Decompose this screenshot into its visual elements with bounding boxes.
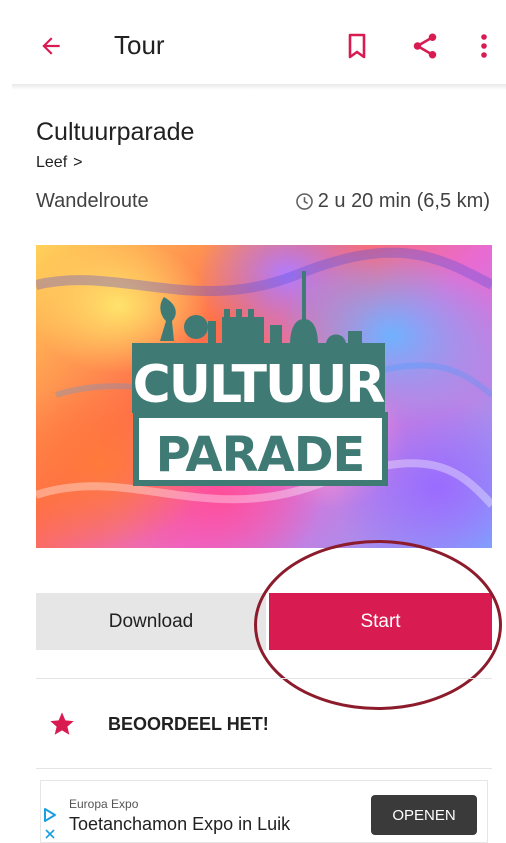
logo-line-1: CULTUUR [133, 355, 385, 415]
back-button[interactable] [32, 28, 70, 64]
app-bar-title: Tour [114, 30, 165, 60]
close-icon[interactable] [45, 829, 55, 839]
category-link[interactable]: Leef > [36, 154, 82, 172]
star-icon [50, 712, 74, 735]
divider [36, 678, 492, 679]
divider [36, 768, 492, 769]
chevron-right-icon: > [73, 154, 83, 171]
ad-open-button[interactable]: OPENEN [371, 795, 477, 835]
ad-banner[interactable]: Europa Expo Toetanchamon Expo in Luik OP… [40, 780, 488, 843]
tour-title: Cultuurparade [36, 118, 195, 146]
bookmark-button[interactable] [340, 28, 374, 64]
ad-choices-icon[interactable] [43, 807, 57, 823]
duration-text: 2 u 20 min (6,5 km) [317, 190, 490, 212]
bookmark-icon [348, 33, 366, 59]
ad-source: Europa Expo [69, 797, 139, 811]
more-options-button[interactable] [470, 26, 498, 66]
clock-icon [295, 193, 313, 210]
more-vert-icon [481, 34, 487, 58]
share-icon [413, 33, 437, 59]
app-bar-shadow [12, 84, 506, 90]
cultuurparade-logo: CULTUUR PARADE [36, 247, 492, 508]
tour-image: CULTUUR PARADE [36, 245, 492, 548]
download-button[interactable]: Download [36, 593, 266, 650]
app-bar: Tour [0, 0, 506, 86]
tour-type: Wandelroute [36, 190, 149, 212]
share-button[interactable] [405, 26, 445, 66]
svg-text:PARADE: PARADE [156, 427, 365, 483]
rate-label: BEOORDEEL HET! [108, 713, 269, 734]
category-label: Leef [36, 154, 68, 171]
rate-row[interactable]: BEOORDEEL HET! [36, 697, 492, 751]
tour-duration: 2 u 20 min (6,5 km) [295, 190, 490, 213]
start-button[interactable]: Start [269, 593, 492, 650]
ad-title[interactable]: Toetanchamon Expo in Luik [69, 814, 290, 835]
arrow-left-icon [42, 37, 60, 55]
logo-line-2: PARADE [156, 427, 366, 483]
